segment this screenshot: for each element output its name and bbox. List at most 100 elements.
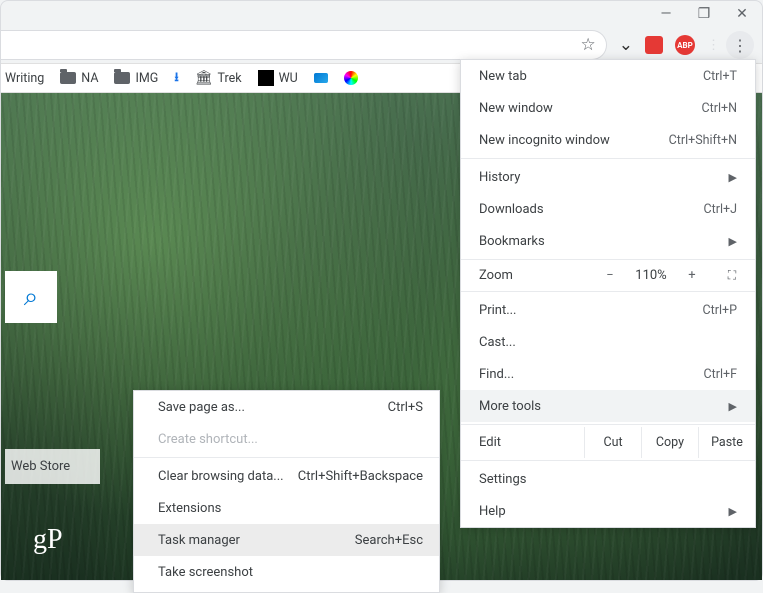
photos-icon — [344, 71, 358, 85]
address-bar[interactable]: ☆ — [1, 30, 607, 60]
submenu-arrow-icon: ▶ — [729, 505, 737, 518]
edit-copy-button[interactable]: Copy — [641, 427, 698, 458]
pocket-extension-icon[interactable]: ⌄ — [619, 35, 633, 55]
submenu-clear-data[interactable]: Clear browsing data... Ctrl+Shift+Backsp… — [134, 460, 439, 492]
more-tools-submenu: Save page as... Ctrl+S Create shortcut..… — [133, 390, 440, 593]
menu-label: More tools — [479, 399, 541, 414]
menu-label: New tab — [479, 69, 527, 84]
bookmark-onedrive[interactable] — [314, 73, 328, 83]
menu-shortcut: Ctrl+P — [703, 303, 737, 318]
page-logo: gP — [33, 524, 63, 556]
bookmark-label: WU — [279, 71, 298, 86]
menu-new-window[interactable]: New window Ctrl+N — [461, 92, 755, 124]
bookmark-folder-na[interactable]: NA — [60, 71, 98, 86]
bookmark-downloads[interactable]: ⭳ — [174, 68, 178, 89]
zoom-in-button[interactable]: + — [673, 268, 711, 283]
zoom-value: 110% — [629, 268, 673, 283]
fullscreen-button[interactable]: ⛶ — [711, 268, 755, 283]
menu-shortcut: Ctrl+Shift+N — [669, 133, 737, 148]
menu-shortcut: Ctrl+N — [701, 101, 737, 116]
menu-edit-row: Edit Cut Copy Paste — [461, 427, 755, 458]
menu-print[interactable]: Print... Ctrl+P — [461, 294, 755, 326]
menu-help[interactable]: Help ▶ — [461, 495, 755, 527]
submenu-extensions[interactable]: Extensions — [134, 492, 439, 524]
bookmark-label: IMG — [135, 71, 158, 86]
window-titlebar: — ❐ ✕ — [1, 1, 762, 27]
menu-new-tab[interactable]: New tab Ctrl+T — [461, 60, 755, 92]
chrome-menu-button[interactable]: ⋮ — [726, 31, 754, 59]
menu-separator — [461, 158, 755, 159]
menu-separator — [461, 460, 755, 461]
menu-label: Bookmarks — [479, 234, 545, 249]
menu-label: Create shortcut... — [158, 432, 258, 447]
submenu-arrow-icon: ▶ — [729, 171, 737, 184]
bookmark-writing[interactable]: Writing — [5, 71, 44, 86]
submenu-save-page[interactable]: Save page as... Ctrl+S — [134, 391, 439, 423]
submenu-create-shortcut: Create shortcut... — [134, 423, 439, 455]
bookmark-photos[interactable] — [344, 71, 358, 85]
submenu-task-manager[interactable]: Task manager Search+Esc — [134, 524, 439, 556]
wu-icon — [258, 70, 274, 86]
menu-shortcut: Ctrl+S — [388, 400, 423, 415]
download-icon: ⭳ — [174, 68, 178, 89]
window-restore-button[interactable]: ❐ — [692, 6, 716, 22]
search-icon: ⌕ — [24, 282, 39, 313]
star-icon[interactable]: ☆ — [581, 35, 596, 55]
menu-label: Take screenshot — [158, 565, 253, 580]
folder-icon — [60, 72, 76, 84]
menu-history[interactable]: History ▶ — [461, 161, 755, 193]
menu-shortcut: Ctrl+Shift+Backspace — [298, 469, 423, 484]
toolbar: ☆ ⌄ ABP ⋮ ⋮ — [1, 27, 762, 63]
chrome-main-menu: New tab Ctrl+T New window Ctrl+N New inc… — [460, 59, 756, 528]
menu-separator — [461, 291, 755, 292]
menu-incognito[interactable]: New incognito window Ctrl+Shift+N — [461, 124, 755, 156]
menu-label: Help — [479, 504, 506, 519]
menu-separator — [461, 259, 755, 260]
menu-label: Settings — [479, 472, 526, 487]
menu-label: Downloads — [479, 202, 544, 217]
extension-icons: ⌄ ABP — [613, 35, 701, 55]
window-minimize-button[interactable]: — — [654, 6, 678, 22]
menu-zoom: Zoom − 110% + ⛶ — [461, 262, 755, 289]
web-store-tile[interactable]: Web Store — [5, 449, 100, 484]
menu-label: History — [479, 170, 520, 185]
menu-cast[interactable]: Cast... — [461, 326, 755, 358]
menu-label: New window — [479, 101, 553, 116]
window-close-button[interactable]: ✕ — [730, 6, 754, 22]
bookmark-folder-img[interactable]: IMG — [114, 71, 158, 86]
search-tile[interactable]: ⌕ — [5, 271, 57, 323]
menu-downloads[interactable]: Downloads Ctrl+J — [461, 193, 755, 225]
menu-label: Cast... — [479, 335, 516, 350]
menu-bookmarks[interactable]: Bookmarks ▶ — [461, 225, 755, 257]
submenu-arrow-icon: ▶ — [729, 235, 737, 248]
vertical-dots-icon: ⋮ — [732, 36, 748, 55]
abp-extension-icon[interactable]: ABP — [675, 35, 695, 55]
red-extension-icon[interactable] — [645, 36, 663, 54]
edit-cut-button[interactable]: Cut — [584, 427, 641, 458]
submenu-arrow-icon: ▶ — [729, 400, 737, 413]
menu-settings[interactable]: Settings — [461, 463, 755, 495]
menu-shortcut: Ctrl+F — [703, 367, 737, 382]
onedrive-icon — [314, 73, 328, 83]
edit-paste-button[interactable]: Paste — [698, 427, 755, 458]
trek-icon: 🏛 — [195, 70, 213, 86]
menu-label: Print... — [479, 303, 516, 318]
menu-label: Extensions — [158, 501, 221, 516]
menu-label: Zoom — [479, 268, 591, 283]
submenu-take-screenshot[interactable]: Take screenshot — [134, 556, 439, 588]
bookmark-label: Trek — [217, 71, 241, 86]
menu-label: Save page as... — [158, 400, 245, 415]
menu-shortcut: Search+Esc — [355, 533, 423, 548]
menu-find[interactable]: Find... Ctrl+F — [461, 358, 755, 390]
web-store-label: Web Store — [11, 459, 70, 474]
bookmark-trek[interactable]: 🏛 Trek — [195, 70, 242, 86]
menu-shortcut: Ctrl+T — [703, 69, 737, 84]
menu-separator — [461, 424, 755, 425]
zoom-out-button[interactable]: − — [591, 268, 629, 283]
menu-separator — [134, 457, 439, 458]
menu-label: Task manager — [158, 533, 240, 548]
menu-more-tools[interactable]: More tools ▶ — [461, 390, 755, 422]
bookmark-wu[interactable]: WU — [258, 70, 298, 86]
menu-label: New incognito window — [479, 133, 610, 148]
menu-shortcut: Ctrl+J — [704, 202, 738, 217]
